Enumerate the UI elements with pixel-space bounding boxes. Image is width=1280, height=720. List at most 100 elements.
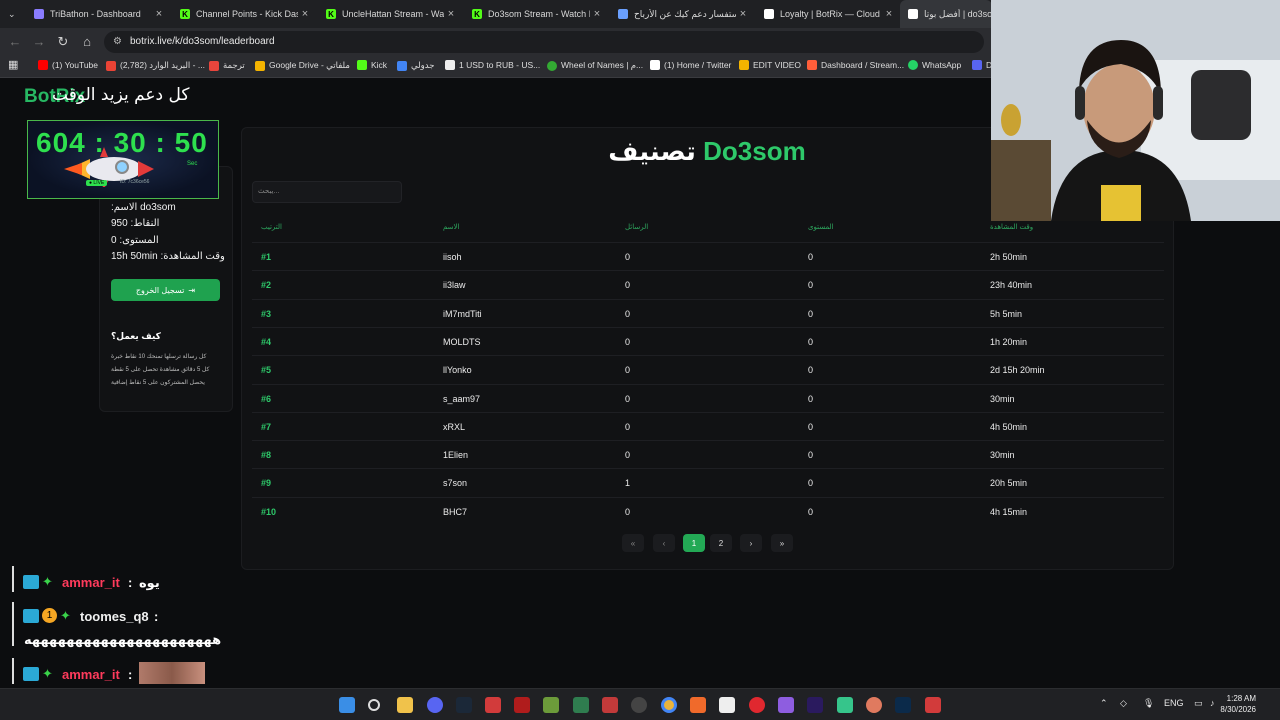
tab-do3som-stream[interactable]: K Do3som Stream - Watch Li × — [464, 0, 608, 28]
cell-name[interactable]: xRXL — [443, 422, 465, 432]
close-icon[interactable]: × — [298, 8, 312, 20]
url-bar[interactable]: ⚙ botrix.live/k/do3som/leaderboard — [104, 31, 984, 53]
col-header-rank[interactable]: الترتيب — [261, 223, 282, 231]
emote-image — [139, 662, 205, 684]
bookmark-usd-rub[interactable]: 1 USD to RUB - US... — [445, 60, 540, 70]
bookmark-kick[interactable]: Kick — [357, 60, 387, 70]
search-icon[interactable] — [368, 699, 380, 711]
forward-arrow-icon[interactable]: → — [31, 34, 47, 49]
chevron-up-icon[interactable]: ⌃ — [1100, 698, 1108, 709]
page-button-2[interactable]: 2 — [710, 534, 732, 552]
col-header-name[interactable]: الاسم — [443, 223, 459, 231]
tab-channel-points[interactable]: K Channel Points - Kick Dashbo × — [172, 0, 316, 28]
table-row: #10 BHC7 0 0 4h 15min — [252, 496, 1164, 525]
close-icon[interactable]: × — [736, 8, 750, 20]
display-icon[interactable]: ▭ — [1194, 698, 1203, 709]
chrome-icon[interactable] — [661, 697, 677, 713]
tab-unclehattan[interactable]: K UncleHattan Stream - Watch L × — [318, 0, 462, 28]
prev-page-button[interactable]: ‹ — [653, 534, 675, 552]
discord-icon[interactable] — [427, 697, 443, 713]
col-header-messages[interactable]: الرسائل — [625, 223, 648, 231]
logout-icon: ⇥ — [188, 285, 196, 295]
cell-name[interactable]: s7son — [443, 478, 467, 488]
cell-level: 0 — [808, 421, 814, 432]
language-indicator[interactable]: ENG — [1164, 698, 1184, 708]
photoshop-icon[interactable] — [895, 697, 911, 713]
home-icon[interactable]: ⌂ — [79, 34, 95, 49]
premiere-icon[interactable] — [807, 697, 823, 713]
app-icon[interactable] — [514, 697, 530, 713]
search-input[interactable]: يبحث... — [252, 181, 402, 203]
app-icon[interactable] — [749, 697, 765, 713]
app-icon[interactable] — [778, 697, 794, 713]
whatsapp-icon — [908, 60, 918, 70]
bookmark-gmail[interactable]: (2,782) البريد الوارد - ... — [106, 60, 205, 71]
cell-rank: #3 — [261, 308, 272, 319]
chat-username[interactable]: toomes_q8 — [80, 609, 149, 624]
chat-username[interactable]: ammar_it — [62, 667, 120, 682]
excel-icon[interactable] — [573, 697, 589, 713]
bookmark-twitter[interactable]: (1) Home / Twitter — [650, 60, 731, 70]
tab-tribathon[interactable]: TriBathon - Dashboard × — [26, 0, 170, 28]
tab-gemini[interactable]: استفسار دعم كيك عن الأرباح × — [610, 0, 754, 28]
next-page-button[interactable]: › — [740, 534, 762, 552]
reload-icon[interactable]: ↻ — [55, 34, 71, 50]
botrix-icon — [908, 9, 918, 19]
cell-name[interactable]: 1Elien — [443, 450, 468, 460]
close-icon[interactable]: × — [590, 8, 604, 20]
bookmark-dashboard-stream[interactable]: Dashboard / Stream... — [807, 60, 904, 70]
app-icon[interactable] — [485, 697, 501, 713]
windows-start-icon[interactable] — [339, 697, 355, 713]
col-header-level[interactable]: المستوى — [808, 223, 834, 231]
microphone-icon[interactable]: 🎙 — [1143, 698, 1154, 709]
cell-name[interactable]: llYonko — [443, 365, 472, 375]
tab-botrix-loyalty[interactable]: Loyalty | BotRix — Cloud St × — [756, 0, 900, 28]
bookmark-wheel-of-names[interactable]: Wheel of Names | م... — [547, 60, 643, 71]
network-icon[interactable]: ◇ — [1120, 698, 1127, 709]
first-page-button[interactable]: « — [622, 534, 644, 552]
volume-icon[interactable]: ♪ — [1210, 698, 1215, 708]
bookmark-label: جدولي — [411, 60, 435, 70]
file-explorer-icon[interactable] — [397, 697, 413, 713]
close-icon[interactable]: × — [152, 8, 166, 20]
cell-name[interactable]: BHC7 — [443, 507, 467, 517]
cell-name[interactable]: ii3law — [443, 280, 466, 290]
close-icon[interactable]: × — [444, 8, 458, 20]
bookmark-discord[interactable]: D — [972, 60, 992, 70]
tab-list-menu[interactable]: ⌄ — [0, 0, 24, 28]
cell-rank: #2 — [261, 280, 272, 291]
bookmark-schedule[interactable]: جدولي — [397, 60, 435, 71]
tab-botrix-leaderboard[interactable]: أفضل بوتا | do3som — [900, 0, 992, 28]
back-arrow-icon[interactable]: ← — [7, 34, 23, 49]
how-line: كل 5 دقائق مشاهدة تحصل على 5 نقطة — [111, 367, 210, 373]
obs-icon[interactable] — [631, 697, 647, 713]
system-clock[interactable]: 1:28 AM 8/30/2026 — [1220, 693, 1256, 715]
brave-icon[interactable] — [690, 697, 706, 713]
close-icon[interactable]: × — [882, 8, 896, 20]
apps-grid-icon[interactable]: ▦ — [8, 58, 18, 71]
bookmark-edit-video[interactable]: EDIT VIDEO — [739, 60, 801, 70]
app-icon[interactable] — [866, 697, 882, 713]
cell-name[interactable]: iisoh — [443, 252, 462, 262]
cell-name[interactable]: iM7mdTiti — [443, 309, 482, 319]
logout-button[interactable]: تسجيل الخروج ⇥ — [111, 279, 220, 301]
app-icon[interactable] — [837, 697, 853, 713]
app-icon[interactable] — [925, 697, 941, 713]
page-title-word: تصنيف — [608, 136, 696, 166]
bookmark-youtube[interactable]: (1) YouTube — [38, 60, 98, 70]
site-info-icon[interactable]: ⚙ — [113, 31, 122, 53]
capcut-icon[interactable] — [719, 697, 735, 713]
last-page-button[interactable]: » — [771, 534, 793, 552]
cell-name[interactable]: MOLDTS — [443, 337, 481, 347]
cell-name[interactable]: s_aam97 — [443, 394, 480, 404]
col-header-watchtime[interactable]: وقت المشاهدة — [990, 223, 1033, 231]
bookmark-google-drive[interactable]: Google Drive - ملفاتي — [255, 60, 350, 71]
app-icon[interactable] — [543, 697, 559, 713]
cell-watchtime: 20h 5min — [990, 478, 1028, 489]
app-icon[interactable] — [602, 697, 618, 713]
bookmark-whatsapp[interactable]: WhatsApp — [908, 60, 961, 70]
steam-icon[interactable] — [456, 697, 472, 713]
page-button-1[interactable]: 1 — [683, 534, 705, 552]
chat-username[interactable]: ammar_it — [62, 575, 120, 590]
bookmark-translate[interactable]: ترجمة — [209, 60, 245, 71]
